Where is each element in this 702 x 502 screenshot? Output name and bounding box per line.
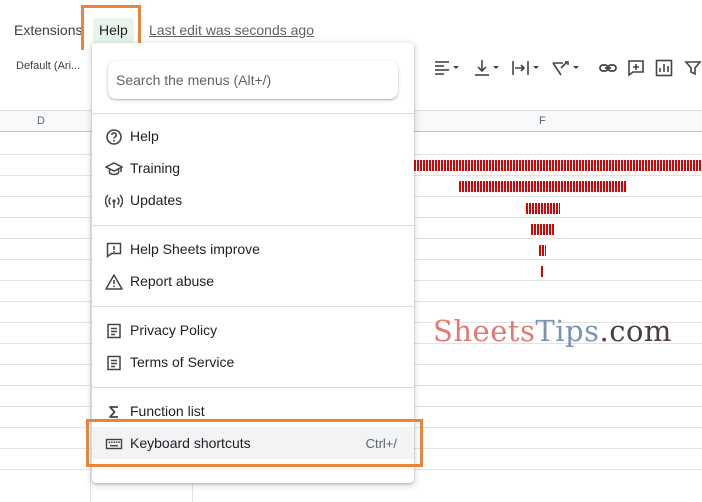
menu-item-label: Help — [130, 128, 159, 144]
menu-item-label: Updates — [130, 192, 183, 208]
sparkline-bar — [459, 181, 627, 192]
menu-item-updates[interactable]: Updates — [92, 184, 414, 216]
valign-bottom-icon[interactable] — [472, 58, 502, 78]
sparkline-bar — [414, 160, 702, 171]
help-menu-dropdown: Help Training Updates Help Sheets improv… — [92, 43, 414, 483]
menu-search-input[interactable] — [116, 70, 386, 90]
watermark-part: .com — [599, 314, 672, 348]
menu-separator — [92, 225, 414, 226]
menu-item-label: Report abuse — [130, 273, 215, 289]
menu-search-box[interactable] — [108, 61, 398, 99]
menu-extensions[interactable]: Extensions — [14, 22, 82, 38]
chart-icon[interactable] — [654, 58, 674, 78]
column-header-f[interactable]: F — [539, 115, 546, 127]
menu-item-training[interactable]: Training — [92, 152, 414, 184]
menu-item-report-abuse[interactable]: Report abuse — [92, 265, 414, 297]
menu-item-label: Training — [130, 160, 181, 176]
feedback-icon — [105, 241, 123, 259]
help-circle-icon — [105, 128, 123, 146]
filter-icon[interactable] — [684, 58, 702, 78]
menu-separator — [92, 113, 414, 114]
warning-triangle-icon — [105, 273, 123, 291]
keyboard-shortcuts-highlight-box — [86, 419, 423, 467]
broadcast-icon — [105, 192, 123, 210]
last-edit-link[interactable]: Last edit was seconds ago — [149, 22, 314, 38]
sparkline-bar — [541, 266, 544, 277]
document-icon — [105, 354, 123, 372]
menu-item-label: Help Sheets improve — [130, 241, 260, 257]
graduation-cap-icon — [105, 160, 123, 178]
menu-item-privacy-policy[interactable]: Privacy Policy — [92, 314, 414, 346]
menu-separator — [92, 306, 414, 307]
menu-item-label: Terms of Service — [130, 354, 235, 370]
menu-item-help-sheets-improve[interactable]: Help Sheets improve — [92, 233, 414, 265]
watermark-part: Tips — [535, 314, 600, 348]
column-header-d[interactable]: D — [37, 115, 45, 127]
menu-item-help[interactable]: Help — [92, 120, 414, 152]
sparkline-bar — [539, 245, 546, 256]
link-icon[interactable] — [598, 58, 618, 78]
menu-item-label: Privacy Policy — [130, 322, 218, 338]
sparkline-bar — [526, 203, 560, 214]
watermark-part: Sheets — [433, 314, 536, 348]
menu-item-terms-of-service[interactable]: Terms of Service — [92, 346, 414, 378]
comment-icon[interactable] — [626, 58, 646, 78]
text-wrap-icon[interactable] — [510, 58, 542, 78]
text-rotate-icon[interactable] — [550, 58, 582, 78]
align-left-icon[interactable] — [432, 58, 462, 78]
menu-item-label: Function list — [130, 403, 205, 419]
sheetstips-watermark: SheetsTips.com — [433, 314, 672, 348]
menu-separator — [92, 387, 414, 388]
document-icon — [105, 322, 123, 340]
sparkline-bar — [531, 224, 555, 235]
font-select[interactable]: Default (Ari... — [16, 60, 80, 72]
